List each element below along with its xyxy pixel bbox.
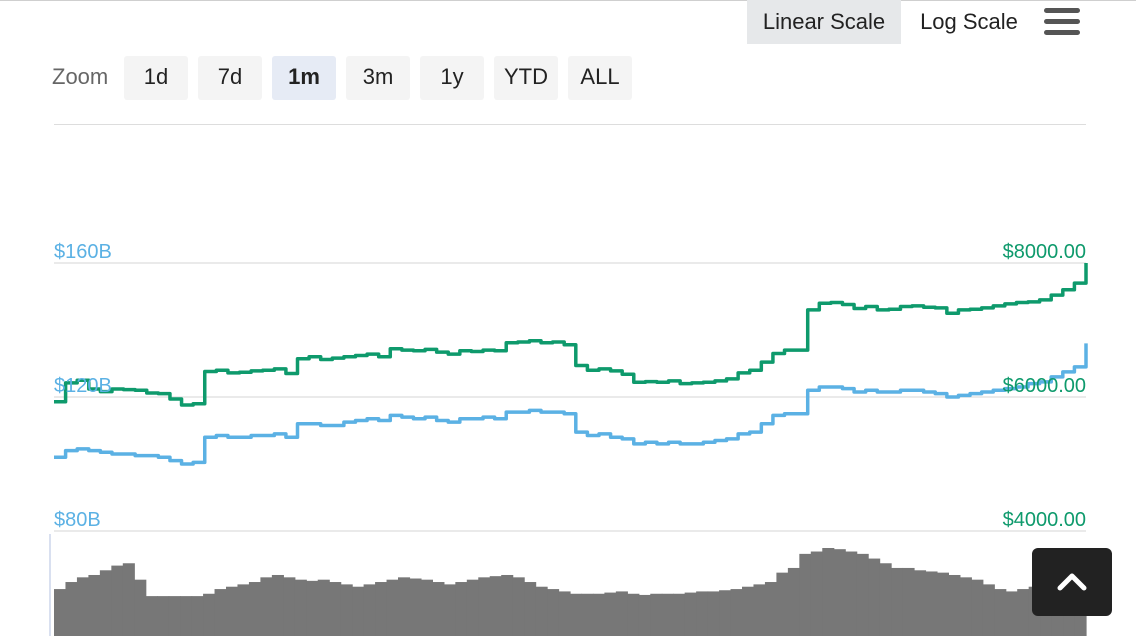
left-axis-tick-label: $120B [54, 375, 112, 397]
scroll-to-top-button[interactable] [1032, 548, 1112, 616]
volume-bar [845, 551, 858, 636]
right-axis-tick-label: $4000.00 [1003, 509, 1086, 531]
volume-bar [398, 577, 411, 636]
volume-bar [1005, 591, 1018, 636]
volume-bar [329, 582, 342, 636]
volume-bar [283, 577, 296, 636]
volume-bar [810, 551, 823, 636]
volume-bar [879, 563, 892, 636]
chevron-up-icon [1057, 573, 1087, 591]
volume-bar [340, 584, 353, 636]
volume-bar [76, 577, 89, 636]
volume-bar [994, 589, 1007, 636]
volume-bar [65, 582, 78, 636]
price-line [54, 263, 1088, 407]
volume-bar [627, 593, 640, 636]
volume-bar [661, 593, 674, 636]
volume-bar [535, 586, 548, 636]
volume-bars [54, 548, 1087, 636]
volume-bar [615, 591, 628, 636]
left-axis-tick-label: $80B [54, 509, 101, 531]
volume-bar [592, 593, 605, 636]
series-lines [54, 263, 1088, 466]
volume-bar [730, 589, 743, 636]
volume-bar [971, 579, 984, 636]
volume-bar [696, 591, 709, 636]
volume-bar [501, 574, 514, 636]
volume-bar [455, 582, 468, 636]
volume-bar [753, 584, 766, 636]
volume-bar [936, 572, 949, 636]
volume-bar [799, 553, 812, 636]
volume-bar [180, 596, 193, 636]
volume-bar [260, 577, 273, 636]
volume-bar [443, 584, 456, 636]
volume-bar [856, 553, 869, 636]
volume-bar [99, 570, 112, 636]
volume-bar [948, 574, 961, 636]
volume-bar [157, 596, 170, 636]
volume-bar [191, 596, 204, 636]
volume-bar [386, 579, 399, 636]
right-axis-tick-label: $6000.00 [1003, 375, 1086, 397]
volume-bar [925, 571, 938, 636]
volume-bar [673, 593, 686, 636]
volume-bar [54, 589, 67, 636]
volume-bar [88, 574, 101, 636]
volume-bar [787, 567, 800, 636]
volume-bar [604, 592, 617, 636]
volume-bar [478, 577, 491, 636]
volume-bar [891, 567, 904, 636]
volume-bar [822, 548, 835, 636]
volume-bar [466, 579, 479, 636]
volume-bar [558, 591, 571, 636]
volume-bar [111, 565, 124, 636]
volume-bar [776, 572, 789, 636]
right-axis-tick-label: $8000.00 [1003, 241, 1086, 263]
volume-bar [833, 549, 846, 636]
volume-bar [764, 582, 777, 636]
volume-bar [914, 570, 927, 636]
volume-bar [650, 593, 663, 636]
volume-bar [145, 596, 158, 636]
volume-bar [524, 582, 537, 636]
volume-bar [432, 582, 445, 636]
volume-bar [237, 584, 250, 636]
volume-bar [134, 579, 147, 636]
volume-bar [375, 582, 388, 636]
volume-bar [168, 596, 181, 636]
volume-bar [959, 577, 972, 636]
volume-bar [352, 586, 365, 636]
volume-bar [742, 586, 755, 636]
volume-bar [294, 579, 307, 636]
volume-bar [214, 589, 227, 636]
volume-bar [902, 567, 915, 636]
volume-bar [489, 576, 502, 636]
volume-bar [719, 590, 732, 636]
axis-labels: $80B $120B $160B $4000.00 $6000.00 $8000.00 [54, 241, 1086, 531]
volume-bar [122, 563, 135, 636]
volume-bar [420, 579, 433, 636]
volume-bar [547, 589, 560, 636]
market-cap-line [54, 343, 1088, 466]
volume-bar [570, 593, 583, 636]
volume-bar [684, 592, 697, 636]
volume-bar [868, 558, 881, 636]
volume-bar [638, 594, 651, 636]
volume-bar [317, 579, 330, 636]
volume-bar [203, 593, 216, 636]
volume-bar [707, 591, 720, 636]
volume-bar [409, 578, 422, 636]
left-axis-tick-label: $160B [54, 241, 112, 263]
volume-bar [1017, 589, 1030, 636]
volume-bar [226, 586, 239, 636]
price-chart: $80B $120B $160B $4000.00 $6000.00 $8000.00 [49, 241, 1088, 636]
volume-bar [248, 582, 261, 636]
volume-bar [271, 574, 284, 636]
volume-bar [306, 580, 319, 636]
volume-bar [581, 593, 594, 636]
volume-bar [512, 577, 525, 636]
volume-bar [982, 584, 995, 636]
volume-bar [363, 584, 376, 636]
